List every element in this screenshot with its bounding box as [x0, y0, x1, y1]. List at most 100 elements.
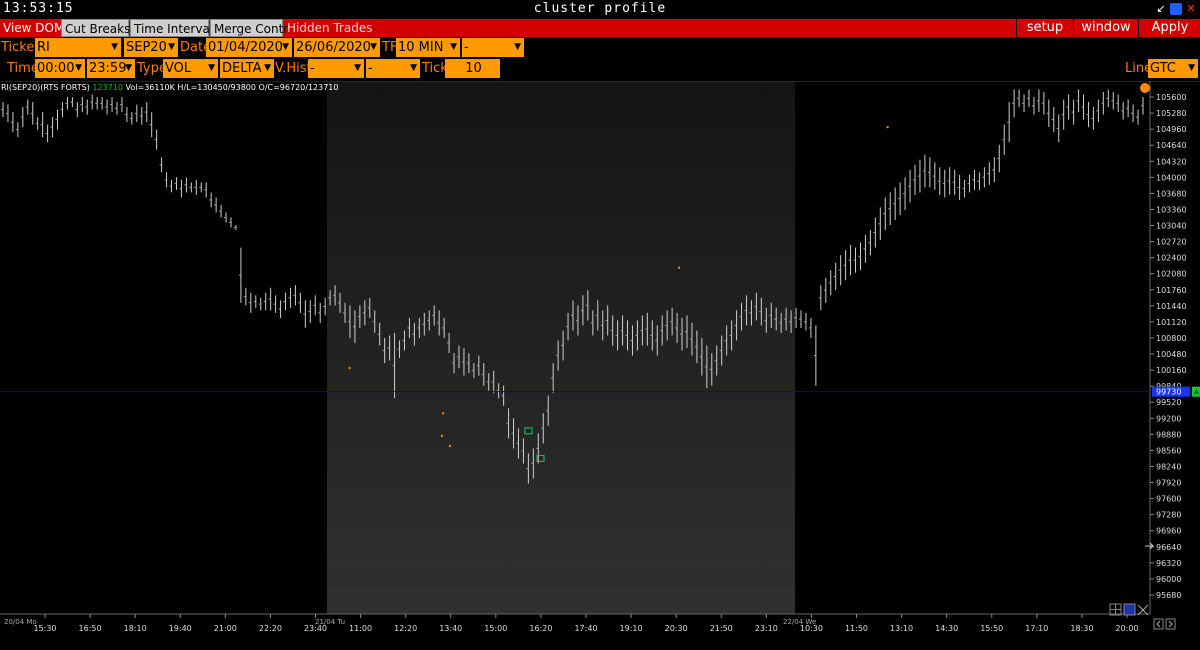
- legend-symbol: RI(SEP20)(RTS FORTS): [1, 83, 90, 92]
- scroll-right-icon[interactable]: [1165, 618, 1176, 630]
- line-select[interactable]: GTC ▼: [1148, 59, 1198, 78]
- x-tick-label: 17:40: [574, 624, 597, 633]
- x-tick-label: 18:10: [124, 624, 147, 633]
- x-tick-label: 21:00: [214, 624, 237, 633]
- x-tick-label: 16:50: [79, 624, 102, 633]
- y-tick-label: 105280: [1156, 109, 1187, 118]
- chevron-down-icon: ▼: [514, 42, 521, 52]
- tab-view-dom[interactable]: View DOM: [0, 19, 64, 37]
- close-icon[interactable]: ✕: [1185, 3, 1197, 15]
- chart-legend: RI(SEP20)(RTS FORTS) 123710 Vol=36110K H…: [1, 83, 339, 92]
- time-to-select[interactable]: 23:59 ▼: [87, 59, 135, 78]
- y-tick-label: 98560: [1156, 446, 1181, 455]
- y-tick-label: 104320: [1156, 157, 1187, 166]
- y-tick-label: 104960: [1156, 125, 1187, 134]
- x-tick-label: 11:00: [349, 624, 372, 633]
- y-tick-label: 105600: [1156, 93, 1187, 102]
- y-tick-label: 103680: [1156, 189, 1187, 198]
- current-price-value: 99730: [1156, 388, 1181, 397]
- y-tick-label: 100480: [1156, 350, 1187, 359]
- x-tick-label: 19:40: [169, 624, 192, 633]
- chevron-down-icon: ▼: [264, 63, 271, 73]
- vhist-label: V.Hist: [275, 61, 312, 76]
- y-tick-label: 98880: [1156, 430, 1181, 439]
- chevron-down-icon: ▼: [1188, 63, 1195, 73]
- type2-select[interactable]: DELTA ▼: [220, 59, 274, 78]
- tab-merge-contr[interactable]: Merge Contr: [210, 19, 288, 37]
- minimize-icon[interactable]: ↙: [1155, 3, 1167, 15]
- scroll-left-icon[interactable]: [1153, 618, 1164, 630]
- apply-button[interactable]: Apply: [1138, 19, 1200, 37]
- x-tick-label: 16:20: [529, 624, 552, 633]
- y-tick-label: 103360: [1156, 205, 1187, 214]
- y-tick-label: 101440: [1156, 302, 1187, 311]
- date-marker: 22/04 We: [783, 618, 816, 626]
- x-tick-label: 23:10: [755, 624, 778, 633]
- cluster-marker: [448, 444, 451, 447]
- settings-icon[interactable]: [1140, 83, 1150, 93]
- x-tick-label: 13:10: [890, 624, 913, 633]
- settings-row-2: Time 00:00 ▼ 23:59 ▼ Type VOL ▼ DELTA ▼ V.Hi…: [0, 58, 1200, 79]
- vhist2-select[interactable]: - ▼: [366, 59, 420, 78]
- tick-input[interactable]: 10: [445, 59, 500, 78]
- setup-button[interactable]: setup: [1016, 19, 1073, 37]
- y-tick-label: 97280: [1156, 511, 1181, 520]
- contract-select[interactable]: SEP20 ▼: [124, 38, 178, 57]
- y-tick-label: 98240: [1156, 462, 1181, 471]
- y-tick-label: 95680: [1156, 591, 1181, 600]
- settings-row-1: Ticker RI ▼ SEP20 ▼ Date 01/04/2020 ▼ 26/06…: [0, 37, 1200, 58]
- layout-icon[interactable]: [1123, 603, 1136, 616]
- type-select[interactable]: VOL ▼: [163, 59, 218, 78]
- ticker-label: Ticker: [1, 40, 40, 55]
- time-from-select[interactable]: 00:00 ▼: [35, 59, 85, 78]
- y-tick-label: 96000: [1156, 575, 1181, 584]
- x-tick-label: 20:00: [1115, 624, 1138, 633]
- window-title: cluster profile: [533, 1, 667, 16]
- date-from-field[interactable]: 01/04/2020 ▼: [206, 38, 292, 57]
- x-tick-label: 19:10: [620, 624, 643, 633]
- x-tick-label: 20:30: [665, 624, 688, 633]
- x-tick-label: 11:50: [845, 624, 868, 633]
- chevron-down-icon: ▼: [168, 42, 175, 52]
- vhist1-select[interactable]: - ▼: [308, 59, 364, 78]
- tick-label: Tick: [422, 61, 448, 76]
- x-tick-label: 18:30: [1070, 624, 1093, 633]
- title-bar: 13:53:15 cluster profile ↙ ✕: [0, 0, 1200, 19]
- y-tick-label: 101120: [1156, 318, 1187, 327]
- x-tick-label: 14:30: [935, 624, 958, 633]
- y-tick-label: 102400: [1156, 254, 1187, 263]
- y-tick-label: 96640: [1156, 543, 1181, 552]
- chevron-down-icon: ▼: [450, 42, 457, 52]
- window-button[interactable]: window: [1073, 19, 1138, 37]
- chevron-down-icon: ▼: [75, 63, 82, 73]
- date-to-field[interactable]: 26/06/2020 ▼: [294, 38, 380, 57]
- cluster-marker: [348, 367, 351, 370]
- maximize-icon[interactable]: [1170, 3, 1182, 15]
- cursor-icon: [1145, 542, 1154, 550]
- x-tick-label: 17:10: [1025, 624, 1048, 633]
- timeframe-select[interactable]: 10 MIN ▼: [396, 38, 460, 57]
- menu-bar: View DOM Cut Breaks Time Interval Merge …: [0, 19, 1200, 37]
- x-tick-label: 15:30: [33, 624, 56, 633]
- chevron-down-icon: ▼: [354, 63, 361, 73]
- y-tick-label: 99200: [1156, 414, 1181, 423]
- cluster-marker: [678, 266, 681, 269]
- x-tick-label: 12:20: [394, 624, 417, 633]
- y-tick-label: 104000: [1156, 173, 1187, 182]
- y-tick-label: 99520: [1156, 398, 1181, 407]
- session-shade: [327, 81, 795, 614]
- y-tick-label: 100160: [1156, 366, 1187, 375]
- price-chart[interactable]: 105600 105280 104960 104640 104320 104000 1036…: [0, 81, 1200, 650]
- tab-hidden-trades[interactable]: Hidden Trades: [284, 19, 373, 37]
- tab-cut-breaks[interactable]: Cut Breaks: [61, 19, 130, 37]
- tab-time-interval[interactable]: Time Interval: [130, 19, 213, 37]
- y-tick-label: 96320: [1156, 559, 1181, 568]
- ask-tag-label: A: [1194, 389, 1199, 397]
- y-tick-label: 97920: [1156, 479, 1181, 488]
- y-tick-label: 103040: [1156, 222, 1187, 231]
- timeframe2-select[interactable]: - ▼: [462, 38, 524, 57]
- y-tick-label: 102080: [1156, 270, 1187, 279]
- y-tick-label: 96960: [1156, 527, 1181, 536]
- cluster-marker: [886, 126, 889, 129]
- ticker-select[interactable]: RI ▼: [35, 38, 121, 57]
